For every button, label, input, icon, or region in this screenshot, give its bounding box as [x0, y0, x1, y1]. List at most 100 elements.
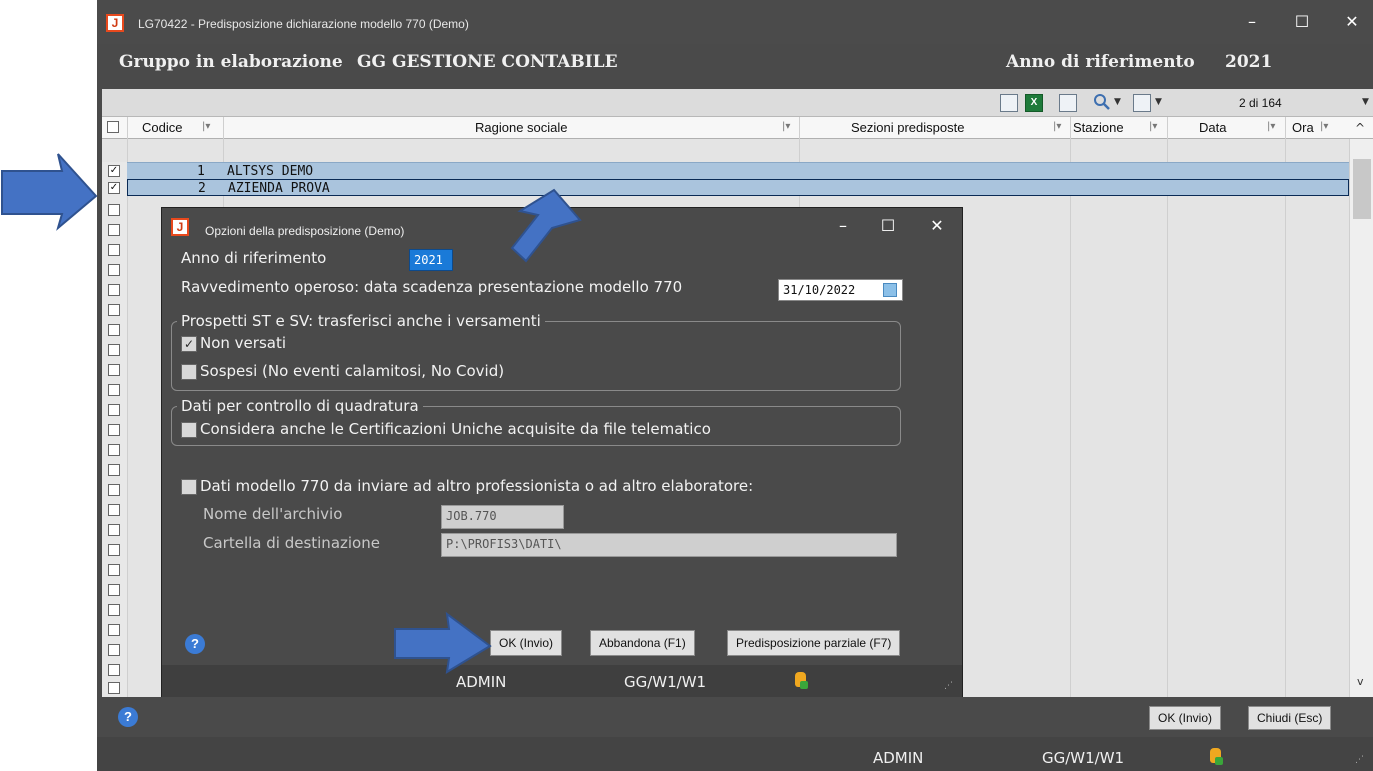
dialog-ok-button[interactable]: OK (Invio): [490, 630, 563, 656]
options-dialog: J Opzioni della predisposizione (Demo) –…: [161, 207, 963, 697]
col-sezioni[interactable]: Sezioni predisposte: [851, 120, 964, 135]
resize-grip-icon[interactable]: ⋰: [1355, 755, 1364, 765]
filter-columns-icon[interactable]: [1133, 94, 1151, 112]
row-checkbox[interactable]: [108, 284, 120, 296]
chevron-down-icon[interactable]: ▼: [1114, 97, 1121, 107]
row-checkbox[interactable]: [108, 584, 120, 596]
col-codice[interactable]: Codice: [142, 120, 182, 135]
toolbar-menu-icon[interactable]: ▼: [1362, 97, 1369, 107]
status-user: ADMIN: [873, 749, 924, 767]
predisposizione-parziale-button[interactable]: Predisposizione parziale (F7): [727, 630, 901, 656]
quadratura-group-title: Dati per controllo di quadratura: [177, 397, 423, 415]
filter-icon[interactable]: |▾: [202, 121, 210, 132]
abbandona-button[interactable]: Abbandona (F1): [590, 630, 695, 656]
row-checkbox[interactable]: [108, 604, 120, 616]
year-label: Anno di riferimento: [181, 249, 327, 267]
row-checkbox[interactable]: ✓: [108, 165, 120, 177]
row-checkbox[interactable]: [108, 644, 120, 656]
row-checkbox[interactable]: [108, 624, 120, 636]
sospesi-label: Sospesi (No eventi calamitosi, No Covid): [200, 362, 505, 380]
row-checkbox[interactable]: [108, 444, 120, 456]
row-checkbox[interactable]: [108, 682, 120, 694]
col-stazione[interactable]: Stazione: [1073, 120, 1124, 135]
dialog-status-user: ADMIN: [456, 673, 507, 691]
scroll-up-icon[interactable]: ^: [1355, 121, 1365, 135]
filter-icon[interactable]: |▾: [782, 121, 790, 132]
vertical-scrollbar[interactable]: v: [1349, 139, 1373, 697]
row-checkbox[interactable]: [108, 344, 120, 356]
row-checkbox[interactable]: [108, 664, 120, 676]
refresh-icon[interactable]: [1059, 94, 1077, 112]
scroll-thumb[interactable]: [1353, 159, 1371, 219]
table-row[interactable]: 1 ALTSYS DEMO: [127, 162, 1349, 179]
filter-icon[interactable]: |▾: [1149, 121, 1157, 132]
col-data[interactable]: Data: [1199, 120, 1226, 135]
search-icon[interactable]: [1093, 93, 1111, 111]
arrow-annotation-icon: [510, 188, 582, 263]
filter-icon[interactable]: |▾: [1053, 121, 1061, 132]
chevron-down-icon[interactable]: ▼: [1155, 97, 1162, 107]
dialog-maximize-button[interactable]: ☐: [873, 216, 903, 235]
versamenti-group-title: Prospetti ST e SV: trasferisci anche i v…: [177, 312, 545, 330]
row-selector-column: ✓ ✓: [102, 162, 127, 697]
archivio-input[interactable]: JOB.770: [441, 505, 564, 529]
row-checkbox[interactable]: [108, 304, 120, 316]
cartella-input[interactable]: P:\PROFIS3\DATI\: [441, 533, 897, 557]
row-checkbox[interactable]: [108, 544, 120, 556]
certificazioni-label: Considera anche le Certificazioni Uniche…: [200, 420, 711, 438]
close-window-button[interactable]: Chiudi (Esc): [1248, 706, 1332, 730]
row-checkbox[interactable]: [108, 224, 120, 236]
altro-professionista-checkbox[interactable]: [181, 479, 197, 495]
row-checkbox[interactable]: [108, 484, 120, 496]
row-name: ALTSYS DEMO: [227, 164, 314, 179]
close-button[interactable]: ✕: [1337, 12, 1367, 31]
minimize-button[interactable]: –: [1237, 12, 1267, 31]
select-all-checkbox[interactable]: [107, 121, 119, 133]
dialog-close-button[interactable]: ✕: [922, 216, 952, 235]
row-checkbox[interactable]: [108, 324, 120, 336]
title-bar: J LG70422 - Predisposizione dichiarazion…: [97, 0, 1373, 44]
row-checkbox[interactable]: [108, 364, 120, 376]
header-bar: Gruppo in elaborazione GG GESTIONE CONTA…: [97, 44, 1373, 89]
row-checkbox[interactable]: [108, 504, 120, 516]
year-value: 2021: [1225, 52, 1273, 72]
app-icon: J: [106, 14, 124, 32]
scroll-down-icon[interactable]: v: [1357, 675, 1364, 688]
row-checkbox[interactable]: [108, 424, 120, 436]
status-station: GG/W1/W1: [1042, 749, 1125, 767]
row-checkbox[interactable]: [108, 204, 120, 216]
filter-icon[interactable]: |▾: [1267, 121, 1275, 132]
row-checkbox[interactable]: [108, 404, 120, 416]
dialog-status-bar: ADMIN GG/W1/W1 ⋰: [162, 665, 962, 697]
col-ora[interactable]: Ora: [1292, 120, 1314, 135]
column-divider: [127, 117, 128, 697]
col-ragione-sociale[interactable]: Ragione sociale: [475, 120, 568, 135]
resize-grip-icon[interactable]: ⋰: [944, 681, 953, 691]
export-grid-icon[interactable]: [1000, 94, 1018, 112]
year-input[interactable]: 2021: [409, 249, 453, 271]
row-checkbox[interactable]: [108, 564, 120, 576]
table-row[interactable]: 2 AZIENDA PROVA: [127, 179, 1349, 196]
dialog-minimize-button[interactable]: –: [828, 216, 858, 235]
excel-icon[interactable]: X: [1025, 94, 1043, 112]
database-icon: [795, 672, 808, 689]
maximize-button[interactable]: ☐: [1287, 12, 1317, 31]
calendar-icon[interactable]: [883, 283, 897, 297]
ok-button[interactable]: OK (Invio): [1149, 706, 1222, 730]
row-checkbox[interactable]: ✓: [108, 182, 120, 194]
help-icon[interactable]: ?: [118, 707, 138, 727]
help-icon[interactable]: ?: [185, 634, 205, 654]
ravvedimento-date-input[interactable]: 31/10/2022: [778, 279, 903, 301]
filter-icon[interactable]: |▾: [1320, 121, 1328, 132]
row-checkbox[interactable]: [108, 264, 120, 276]
row-checkbox[interactable]: [108, 524, 120, 536]
certificazioni-checkbox[interactable]: [181, 422, 197, 438]
row-checkbox[interactable]: [108, 464, 120, 476]
altro-professionista-label: Dati modello 770 da inviare ad altro pro…: [200, 477, 754, 495]
sospesi-checkbox[interactable]: [181, 364, 197, 380]
row-checkbox[interactable]: [108, 384, 120, 396]
non-versati-checkbox[interactable]: ✓: [181, 336, 197, 352]
status-bar: ADMIN GG/W1/W1 ⋰: [97, 737, 1373, 771]
row-code: 2: [198, 181, 206, 196]
row-checkbox[interactable]: [108, 244, 120, 256]
